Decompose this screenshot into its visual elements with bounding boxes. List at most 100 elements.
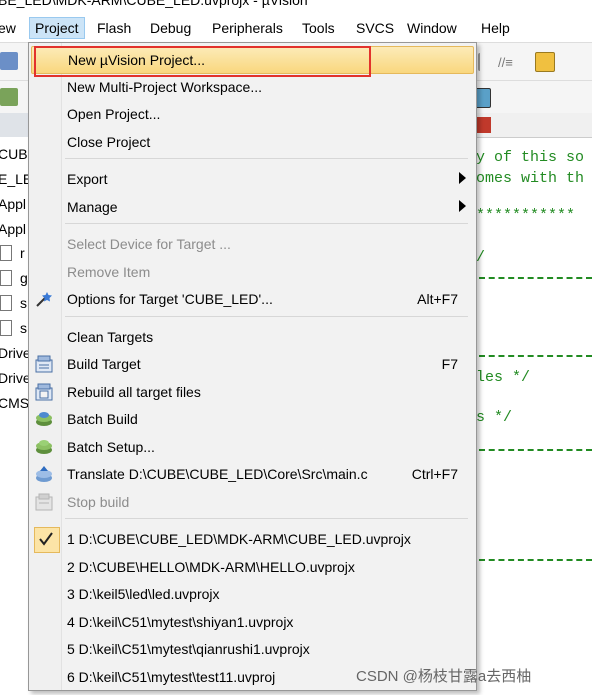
project-panel-tab[interactable] [0, 113, 28, 137]
menu-peripherals[interactable]: Peripherals [212, 20, 283, 36]
indent-icon[interactable] [478, 53, 494, 71]
build-icon [35, 355, 53, 373]
menu-item-shortcut: Alt+F7 [417, 291, 458, 307]
code-divider [479, 277, 592, 279]
menu-item-recent-project-3[interactable]: 3 D:\keil5\led\led.uvprojx [31, 581, 472, 607]
menu-item-open-project[interactable]: Open Project... [31, 101, 472, 127]
menu-item-label: Stop build [67, 494, 130, 510]
menu-bar: ew Project Flash Debug Peripherals Tools… [0, 14, 592, 43]
menu-item-label: Batch Setup... [67, 439, 155, 455]
batch-build-icon [35, 410, 53, 428]
menu-item-options-for-target[interactable]: Options for Target 'CUBE_LED'... Alt+F7 [31, 286, 472, 312]
tree-item[interactable]: g [20, 270, 28, 286]
menu-item-stop-build: Stop build [31, 489, 472, 515]
menu-item-label: Select Device for Target ... [67, 236, 231, 252]
window-title-bar: BE_LED\MDK-ARM\CUBE_LED.uvprojx - µVisio… [0, 0, 592, 14]
tree-item[interactable]: CMS [0, 395, 29, 411]
menu-item-recent-project-1[interactable]: 1 D:\CUBE\CUBE_LED\MDK-ARM\CUBE_LED.uvpr… [31, 526, 472, 553]
menu-item-label: Remove Item [67, 264, 151, 280]
menu-item-label: Open Project... [67, 106, 161, 122]
menu-item-export[interactable]: Export [31, 166, 472, 192]
menu-item-batch-setup[interactable]: Batch Setup... [31, 434, 472, 460]
menu-item-batch-build[interactable]: Batch Build [31, 406, 472, 432]
menu-item-build-target[interactable]: Build Target F7 [31, 351, 472, 377]
menu-item-recent-project-4[interactable]: 4 D:\keil\C51\mytest\shiyan1.uvprojx [31, 609, 472, 635]
code-line: les */ [476, 369, 531, 386]
submenu-arrow-icon [459, 172, 466, 184]
batch-icon[interactable] [0, 88, 18, 106]
menu-debug[interactable]: Debug [150, 20, 191, 36]
menu-item-label: Export [67, 171, 108, 187]
code-line: s */ [476, 409, 513, 426]
menu-item-close-project[interactable]: Close Project [31, 129, 472, 155]
menu-flash[interactable]: Flash [97, 20, 131, 36]
rebuild-icon [35, 383, 53, 401]
menu-item-new-multi-project-workspace[interactable]: New Multi-Project Workspace... [31, 74, 472, 100]
project-panel: CUBE E_LE Appl Appl r g s s Drive Drive … [0, 113, 37, 695]
code-editor[interactable]: y of this so omes with th *********** / … [473, 113, 592, 695]
menu-tools[interactable]: Tools [302, 20, 335, 36]
menu-project[interactable]: Project [29, 17, 85, 39]
menu-item-label: 5 D:\keil\C51\mytest\qianrushi1.uvprojx [67, 641, 310, 657]
menu-item-label: New Multi-Project Workspace... [67, 79, 263, 95]
editor-tab-strip [473, 113, 592, 138]
menu-item-shortcut: Ctrl+F7 [411, 466, 458, 482]
menu-item-label: Batch Build [67, 411, 138, 427]
menu-view[interactable]: ew [0, 20, 16, 36]
menu-item-manage[interactable]: Manage [31, 194, 472, 220]
menu-separator [65, 223, 468, 224]
tree-item[interactable]: Appl [0, 221, 26, 237]
watermark: CSDN @杨枝甘露a去西柚 [356, 668, 532, 685]
menu-item-label: Clean Targets [67, 329, 154, 345]
submenu-arrow-icon [459, 200, 466, 212]
comment-icon[interactable]: //≡ [498, 53, 518, 71]
menu-separator [65, 158, 468, 159]
file-icon [0, 270, 12, 286]
menu-item-label: 4 D:\keil\C51\mytest\shiyan1.uvprojx [67, 614, 294, 630]
annotation-highlight-box [34, 46, 371, 77]
translate-icon [35, 465, 53, 483]
menu-item-label: 2 D:\CUBE\HELLO\MDK-ARM\HELLO.uvprojx [67, 559, 355, 575]
menu-item-shortcut: F7 [441, 356, 458, 372]
tree-item[interactable]: s [20, 295, 27, 311]
file-icon [0, 320, 12, 336]
menu-item-label: 3 D:\keil5\led\led.uvprojx [67, 586, 220, 602]
menu-help[interactable]: Help [481, 20, 510, 36]
tree-item[interactable]: r [20, 245, 25, 261]
code-divider [479, 449, 592, 451]
target-icon[interactable] [475, 88, 491, 108]
stop-build-icon [35, 493, 53, 511]
code-divider [479, 559, 592, 561]
menu-item-clean-targets[interactable]: Clean Targets [31, 324, 472, 350]
menu-window[interactable]: Window [407, 20, 457, 36]
menu-item-recent-project-5[interactable]: 5 D:\keil\C51\mytest\qianrushi1.uvprojx [31, 636, 472, 662]
menu-item-translate[interactable]: Translate D:\CUBE\CUBE_LED\Core\Src\main… [31, 461, 472, 487]
menu-svcs[interactable]: SVCS [356, 20, 394, 36]
menu-item-label: Build Target [67, 356, 141, 372]
code-line: / [476, 249, 486, 266]
options-wand-icon [35, 290, 53, 308]
menu-item-label: Manage [67, 199, 118, 215]
tree-item[interactable]: Appl [0, 196, 26, 212]
project-menu: New µVision Project... New Multi-Project… [28, 42, 477, 691]
menu-item-label: Options for Target 'CUBE_LED'... [67, 291, 273, 307]
menu-item-remove-item: Remove Item [31, 259, 472, 285]
batch-setup-icon [35, 438, 53, 456]
code-line: *********** [476, 207, 576, 224]
save-icon[interactable] [0, 52, 18, 70]
tree-item[interactable]: Drive [0, 370, 31, 386]
menu-item-select-device: Select Device for Target ... [31, 231, 472, 257]
tree-item[interactable]: s [20, 320, 27, 336]
code-divider [479, 355, 592, 357]
menu-item-label: 1 D:\CUBE\CUBE_LED\MDK-ARM\CUBE_LED.uvpr… [67, 531, 411, 547]
tree-item[interactable]: Drive [0, 345, 31, 361]
file-icon [0, 245, 12, 261]
menu-item-rebuild-all[interactable]: Rebuild all target files [31, 379, 472, 405]
open-folder-icon[interactable] [535, 52, 555, 72]
file-tab-icon[interactable] [477, 117, 491, 133]
check-icon [34, 527, 60, 553]
menu-item-label: 6 D:\keil\C51\mytest\test11.uvproj [67, 669, 276, 685]
menu-item-label: Rebuild all target files [67, 384, 201, 400]
menu-separator [65, 518, 468, 519]
menu-item-recent-project-2[interactable]: 2 D:\CUBE\HELLO\MDK-ARM\HELLO.uvprojx [31, 554, 472, 580]
